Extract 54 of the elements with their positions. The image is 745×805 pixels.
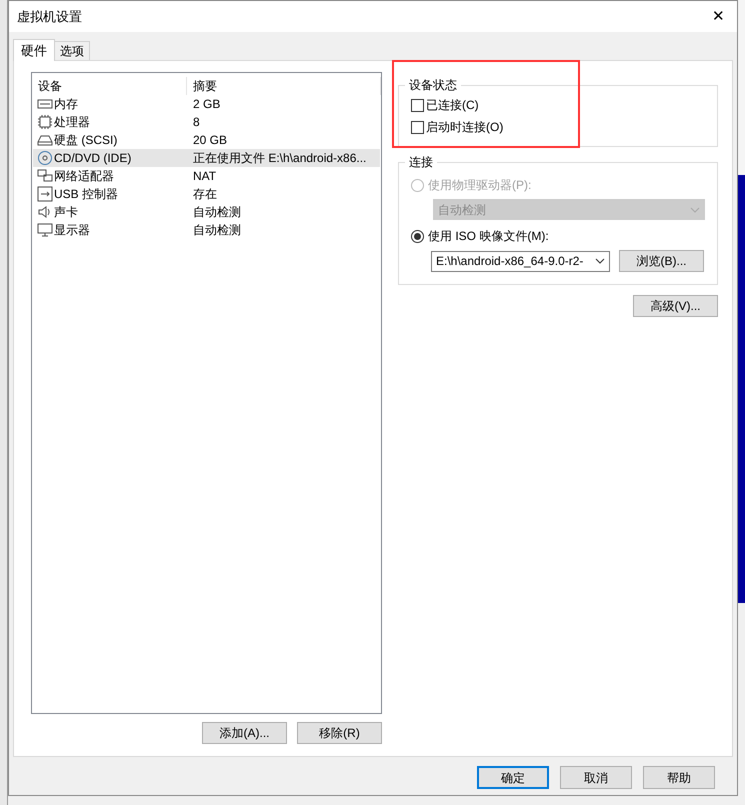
device-name: CD/DVD (IDE)	[54, 150, 132, 167]
chevron-down-icon	[690, 206, 700, 212]
device-row[interactable]: 硬盘 (SCSI) 20 GB	[33, 131, 380, 149]
column-header[interactable]: 设备	[32, 77, 187, 95]
device-name: 硬盘 (SCSI)	[54, 132, 118, 149]
checkbox[interactable]	[411, 98, 424, 112]
device-name: 显示器	[54, 222, 90, 239]
device-summary: 2 GB	[192, 96, 220, 113]
device-row[interactable]: USB 控制器 存在	[33, 185, 380, 203]
device-name: USB 控制器	[54, 186, 118, 203]
device-row[interactable]: 显示器 自动检测	[33, 221, 380, 239]
device-summary: 自动检测	[192, 222, 241, 239]
column-header[interactable]: 摘要	[187, 77, 381, 95]
cdrom-icon	[37, 150, 53, 166]
device-summary: 正在使用文件 E:\h\android-x86...	[192, 150, 366, 167]
usb-icon	[37, 186, 53, 202]
cpu-icon	[37, 114, 53, 130]
device-row[interactable]: 网络适配器 NAT	[33, 167, 380, 185]
dialog-button[interactable]: 帮助	[643, 766, 715, 789]
device-name: 声卡	[54, 204, 78, 221]
dialog-button[interactable]: 确定	[477, 766, 549, 789]
device-name: 网络适配器	[54, 168, 114, 185]
checkbox-label: 已连接(C)	[426, 97, 479, 114]
checkbox[interactable]	[411, 120, 424, 134]
device-summary: NAT	[192, 168, 216, 185]
list-button[interactable]: 添加(A)...	[202, 722, 287, 744]
device-row[interactable]: 声卡 自动检测	[33, 203, 380, 221]
display-icon	[37, 222, 53, 238]
close-button[interactable]: ✕	[710, 9, 727, 24]
checkbox-label: 启动时连接(O)	[426, 119, 504, 136]
radio-button[interactable]	[411, 230, 424, 242]
dialog-button[interactable]: 取消	[560, 766, 632, 789]
group-title: 设备状态	[408, 77, 458, 94]
network-icon	[37, 168, 53, 184]
device-summary: 8	[192, 114, 200, 131]
window-title: 虚拟机设置	[17, 8, 82, 26]
device-name: 内存	[54, 96, 78, 113]
advanced-button[interactable]: 高级(V)...	[633, 295, 718, 317]
tab[interactable]: 选项	[55, 41, 90, 60]
device-name: 处理器	[54, 114, 90, 131]
device-summary: 存在	[192, 186, 217, 203]
radio-label: 使用 ISO 映像文件(M):	[428, 228, 549, 245]
tab[interactable]: 硬件	[13, 39, 55, 61]
browse-button[interactable]: 浏览(B)...	[619, 250, 704, 272]
device-summary: 20 GB	[192, 132, 228, 149]
device-row[interactable]: CD/DVD (IDE) 正在使用文件 E:\h\android-x86...	[33, 149, 380, 167]
device-row[interactable]: 处理器 8	[33, 113, 380, 131]
list-button[interactable]: 移除(R)	[297, 722, 382, 744]
iso-file-combo[interactable]: E:\h\android-x86_64-9.0-r2-	[431, 250, 610, 272]
group-title: 连接	[408, 154, 434, 171]
chevron-down-icon	[595, 258, 605, 264]
device-row[interactable]: 内存 2 GB	[33, 95, 380, 113]
radio-label: 使用物理驱动器(P):	[428, 177, 532, 194]
device-summary: 自动检测	[192, 204, 241, 221]
